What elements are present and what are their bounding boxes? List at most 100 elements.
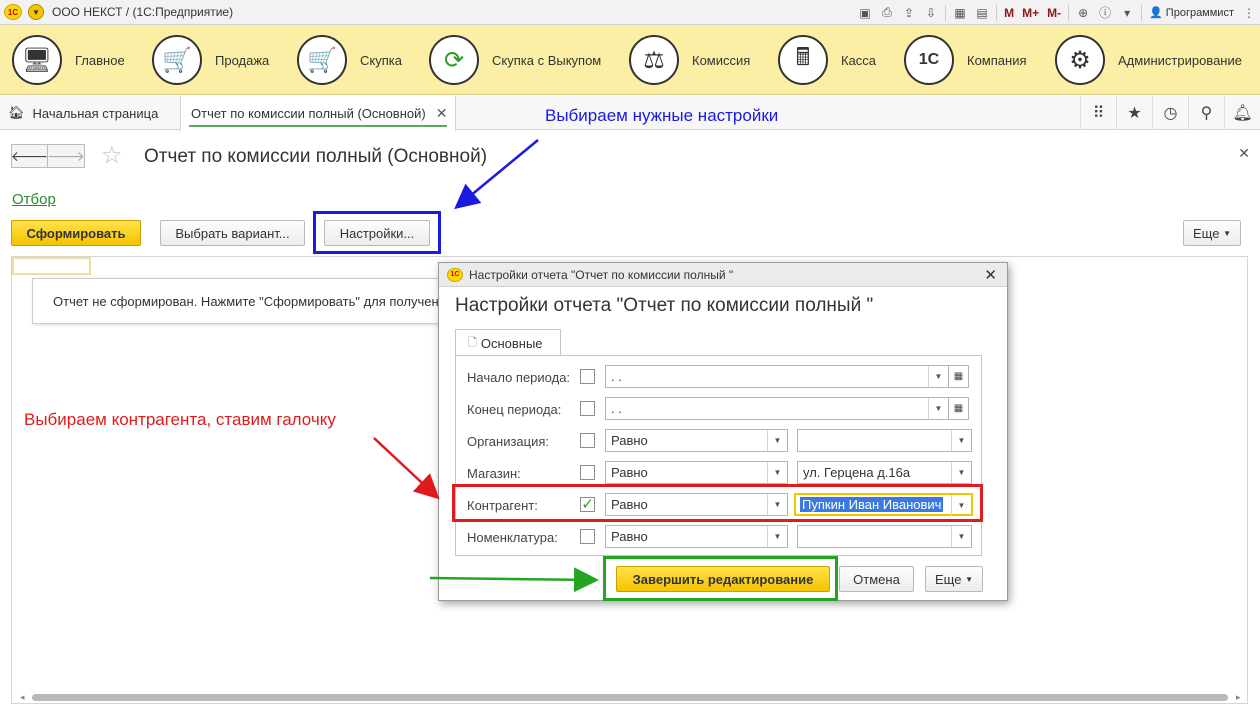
more-label: Еще	[1193, 225, 1220, 241]
favorites-icon[interactable]: ★	[1116, 96, 1152, 130]
dropdown-arrow-icon: ▼	[965, 574, 973, 584]
more-label: Еще	[935, 571, 962, 587]
field-value: ул. Герцена д.16а	[803, 465, 911, 480]
generate-button[interactable]: Сформировать	[11, 220, 141, 246]
section-administration[interactable]: ⚙ Администрирование	[1055, 34, 1242, 86]
section-main[interactable]: 🖥 Главное	[12, 34, 125, 86]
row-counterparty: Контрагент: ✓ Равно ▼ Пупкин Иван Иванов…	[456, 493, 983, 517]
computer-icon: 🖥	[12, 35, 62, 85]
window-title: ООО НЕКСТ / (1С:Предприятие)	[52, 5, 234, 19]
counterparty-checkbox[interactable]: ✓	[580, 497, 595, 512]
nomenclature-value-select[interactable]: ▼	[797, 525, 972, 548]
calendar-icon[interactable]: ▦	[949, 397, 969, 420]
row-nomenclature: Номенклатура: Равно ▼ ▼	[456, 525, 983, 549]
organization-condition-select[interactable]: Равно ▼	[605, 429, 788, 452]
tab-home[interactable]: 🏠︎ Начальная страница	[8, 96, 158, 130]
dropdown-arrow-icon[interactable]: ▼	[928, 366, 948, 387]
field-label: Организация:	[467, 434, 550, 449]
dropdown-arrow-icon[interactable]: ▼	[928, 398, 948, 419]
more-button[interactable]: Еще ▼	[1183, 220, 1241, 246]
tab-main-settings[interactable]: 🗋 Основные	[455, 329, 561, 356]
section-cash[interactable]: 🖩 Касса	[778, 34, 876, 86]
print-icon[interactable]: ⎙	[876, 2, 898, 24]
store-value-select[interactable]: ул. Герцена д.16а ▼	[797, 461, 972, 484]
dropdown-arrow-icon[interactable]: ▼	[767, 430, 787, 451]
info-icon[interactable]: ⓘ	[1094, 2, 1116, 24]
section-label: Скупка с Выкупом	[492, 52, 602, 68]
user-menu[interactable]: 👤 Программист	[1145, 6, 1238, 20]
main-menu-dropdown-icon[interactable]: ▼	[28, 4, 44, 20]
section-purchase[interactable]: 🛒 Скупка	[297, 34, 402, 86]
counterparty-value-select[interactable]: Пупкин Иван Иванович ▼	[794, 493, 973, 516]
favorite-star-icon[interactable]: ☆	[101, 141, 123, 170]
finish-editing-button[interactable]: Завершить редактирование	[616, 566, 830, 592]
active-cell[interactable]	[12, 257, 91, 275]
section-purchase-buyback[interactable]: ⟳ Скупка с Выкупом	[429, 34, 601, 86]
store-checkbox[interactable]	[580, 465, 595, 480]
sections-panel: 🖥 Главное 🛒 Продажа 🛒 Скупка ⟳ Скупка с …	[0, 25, 1260, 95]
dropdown-arrow-icon[interactable]: ▼	[951, 430, 971, 451]
history-icon[interactable]: ◷	[1152, 96, 1188, 130]
calendar-icon[interactable]: ▤	[971, 2, 993, 24]
period-start-checkbox[interactable]	[580, 369, 595, 384]
dialog-more-button[interactable]: Еще ▼	[925, 566, 983, 592]
1c-logo-icon: 1С	[4, 4, 22, 20]
dropdown-arrow-icon[interactable]: ▼	[951, 495, 971, 516]
section-label: Главное	[75, 52, 125, 68]
notifications-icon[interactable]: 🔔︎	[1224, 96, 1260, 130]
scroll-left-icon[interactable]: ◂	[20, 692, 25, 703]
dropdown-arrow-icon[interactable]: ▼	[767, 494, 787, 515]
close-page-icon[interactable]: ✕	[1238, 145, 1250, 162]
nomenclature-condition-select[interactable]: Равно ▼	[605, 525, 788, 548]
horizontal-scrollbar[interactable]	[32, 694, 1228, 701]
store-condition-select[interactable]: Равно ▼	[605, 461, 788, 484]
download-icon[interactable]: ⇩	[920, 2, 942, 24]
section-label: Касса	[841, 52, 877, 68]
1c-company-icon: 1С	[904, 35, 954, 85]
select-variant-button[interactable]: Выбрать вариант...	[160, 220, 305, 246]
forward-button[interactable]: 🡒	[47, 144, 85, 168]
section-commission[interactable]: ⚖ Комиссия	[629, 34, 750, 86]
upload-icon[interactable]: ⇪	[898, 2, 920, 24]
field-label: Номенклатура:	[467, 530, 558, 545]
zoom-icon[interactable]: ⊕	[1072, 2, 1094, 24]
memory-minus-button[interactable]: M-	[1043, 2, 1065, 24]
calculator-icon[interactable]: ▦	[949, 2, 971, 24]
row-period-start: Начало периода: . . ▼ ▦	[456, 365, 983, 389]
section-sales[interactable]: 🛒 Продажа	[152, 34, 269, 86]
save-icon[interactable]: ▣	[854, 2, 876, 24]
period-end-date-input[interactable]: . . ▼	[605, 397, 949, 420]
cancel-button[interactable]: Отмена	[839, 566, 914, 592]
nav-buttons: 🡐 🡒	[11, 144, 85, 168]
organization-value-select[interactable]: ▼	[797, 429, 972, 452]
all-functions-icon[interactable]: ⠿	[1080, 96, 1116, 130]
settings-button[interactable]: Настройки...	[324, 220, 430, 246]
window-options-icon[interactable]: ⋮	[1238, 2, 1260, 24]
cash-register-icon: 🖩	[778, 35, 828, 85]
filter-link[interactable]: Отбор	[12, 191, 56, 208]
period-end-checkbox[interactable]	[580, 401, 595, 416]
dropdown-arrow-icon[interactable]: ▼	[951, 462, 971, 483]
section-company[interactable]: 1С Компания	[904, 34, 1027, 86]
gears-icon: ⚙	[1055, 35, 1105, 85]
section-label: Компания	[967, 52, 1027, 68]
condition-value: Равно	[611, 433, 648, 448]
report-settings-dialog: 1С Настройки отчета "Отчет по комиссии п…	[438, 262, 1008, 601]
dialog-close-icon[interactable]: ✕	[984, 266, 997, 284]
scroll-right-icon[interactable]: ▸	[1236, 692, 1241, 703]
memory-m-button[interactable]: M	[1000, 2, 1018, 24]
tab-report[interactable]: Отчет по комиссии полный (Основной) ✕	[180, 96, 457, 131]
dropdown-arrow-icon[interactable]: ▼	[767, 462, 787, 483]
period-start-date-input[interactable]: . . ▼	[605, 365, 949, 388]
dropdown-arrow-icon[interactable]: ▼	[951, 526, 971, 547]
nomenclature-checkbox[interactable]	[580, 529, 595, 544]
calendar-icon[interactable]: ▦	[949, 365, 969, 388]
close-tab-icon[interactable]: ✕	[436, 105, 448, 122]
dropdown-arrow-icon[interactable]: ▼	[767, 526, 787, 547]
organization-checkbox[interactable]	[580, 433, 595, 448]
back-button[interactable]: 🡐	[11, 144, 48, 168]
memory-plus-button[interactable]: M+	[1018, 2, 1043, 24]
window-menu-icon[interactable]: ▾	[1116, 2, 1138, 24]
counterparty-condition-select[interactable]: Равно ▼	[605, 493, 788, 516]
search-icon[interactable]: ⚲	[1188, 96, 1224, 130]
